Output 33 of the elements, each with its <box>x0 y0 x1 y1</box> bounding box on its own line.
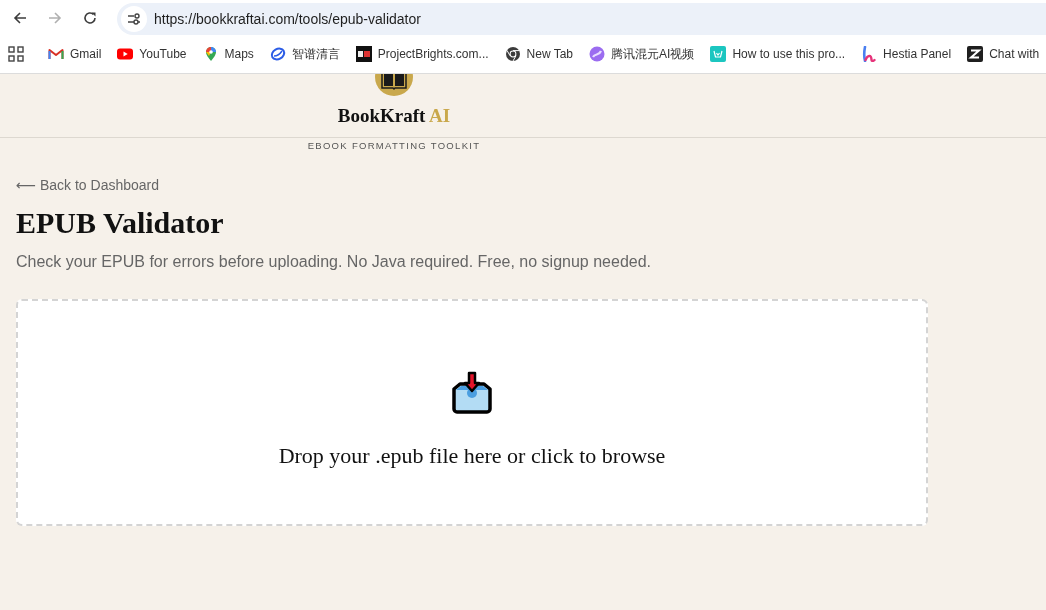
reload-icon <box>82 9 98 26</box>
back-link[interactable]: ⟵ Back to Dashboard <box>16 176 160 194</box>
site-settings-icon[interactable] <box>121 5 147 32</box>
brand-name: BookKraft AI <box>337 105 451 127</box>
bookmark-link[interactable]: Gmail <box>48 46 102 62</box>
page-title: EPUB Validator <box>16 205 224 241</box>
bookmark-link[interactable]: How to use this pro... <box>710 46 846 62</box>
bookmark-link[interactable]: Chat with <box>967 46 1040 62</box>
url-text: https://bookkraftai.com/tools/epub-validator <box>154 10 421 27</box>
ring-icon <box>269 46 286 62</box>
bookmark-link[interactable]: YouTube <box>117 46 187 62</box>
file-drop-zone[interactable]: Drop your .epub file here or click to browse <box>16 299 928 526</box>
tile-logo-icon <box>710 46 727 62</box>
bookmark-link[interactable]: New Tab <box>504 46 574 62</box>
play-icon <box>117 46 134 62</box>
bookmark-link[interactable]: 腾讯混元AI视频 <box>589 45 695 63</box>
browser-logo-icon <box>504 46 521 62</box>
square-logo-icon <box>355 46 372 62</box>
address-bar[interactable]: https://bookkraftai.com/tools/epub-validator <box>117 2 1046 35</box>
envelope-m-icon <box>48 46 64 62</box>
orb-logo-icon <box>589 46 606 62</box>
bookmark-link[interactable]: Hestia Panel <box>861 46 952 62</box>
forward-arrow-icon <box>47 9 63 26</box>
wave-logo-icon <box>861 46 878 62</box>
bookmark-link[interactable]: ProjectBrights.com... <box>355 46 489 62</box>
page-subtitle: Check your EPUB for errors before uploading. No Java required. Free, no signup needed. <box>16 252 652 272</box>
bookmark-link[interactable]: Maps <box>202 46 254 62</box>
zigzag-tile-icon <box>967 46 984 62</box>
apps-grid-icon[interactable] <box>8 46 24 62</box>
tagline: EBOOK FORMATTING TOOLKIT <box>307 140 481 152</box>
drop-prompt: Drop your .epub file here or click to browse <box>278 443 666 469</box>
back-arrow-icon <box>12 9 28 26</box>
bookmark-link[interactable]: 智谱清言 <box>269 45 340 63</box>
